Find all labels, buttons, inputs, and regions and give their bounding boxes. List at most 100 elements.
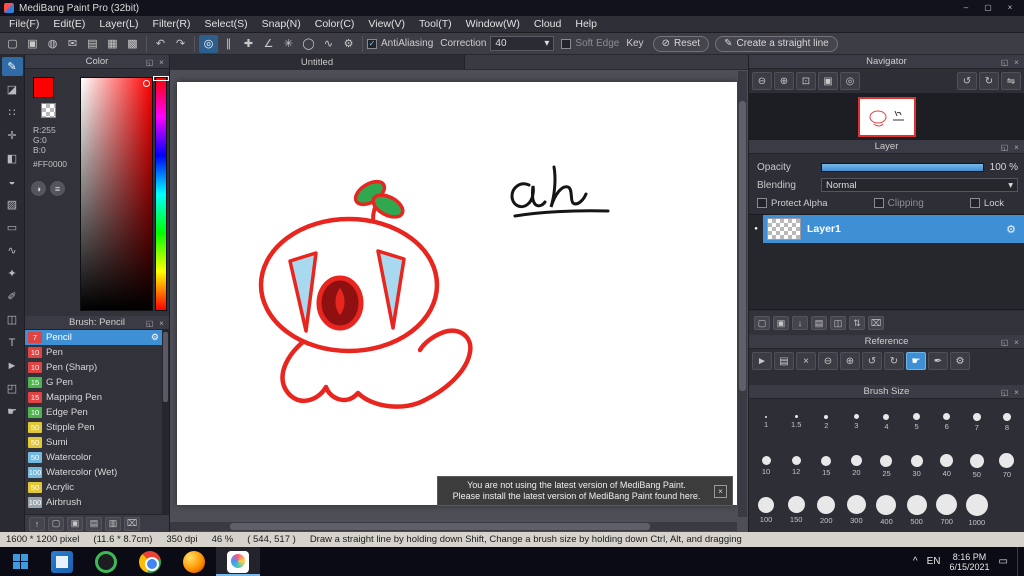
brush-size-option[interactable]: 1.5 [781, 400, 811, 444]
duplicate-layer-icon[interactable]: ▣ [773, 316, 789, 330]
open-reference-icon[interactable]: ▤ [774, 352, 794, 370]
eraser-tool-icon[interactable]: ◪ [2, 80, 23, 99]
delete-brush-icon[interactable]: ⌧ [124, 516, 140, 531]
notification-line2[interactable]: Please install the latest version of Med… [443, 491, 710, 502]
comment-icon[interactable]: ✉ [63, 35, 82, 53]
brush-size-option[interactable]: 20 [841, 444, 871, 488]
minimize-button[interactable]: – [956, 2, 976, 14]
fit-window-icon[interactable]: ⊡ [796, 72, 816, 90]
brush-item[interactable]: 50 Watercolor ⚙ [25, 450, 162, 465]
document-tab[interactable]: Untitled [170, 55, 465, 70]
panel-layout-icon[interactable]: ▩ [123, 35, 142, 53]
brush-item[interactable]: 100 Airbrush ⚙ [25, 495, 162, 510]
menu-item[interactable]: View(V) [361, 16, 412, 32]
ref-zoom-out-icon[interactable]: ⊖ [818, 352, 838, 370]
soft-edge-checkbox[interactable] [561, 38, 572, 49]
brush-item[interactable]: 7 Pencil ⚙ [25, 330, 162, 345]
canvas-vertical-scrollbar[interactable] [738, 71, 747, 517]
reorder-layer-icon[interactable]: ⇅ [849, 316, 865, 330]
text-tool-icon[interactable]: T [2, 333, 23, 352]
dot-tool-icon[interactable]: ∷ [2, 103, 23, 122]
reset-button[interactable]: ⊘ Reset [652, 35, 710, 52]
lasso-tool-icon[interactable]: ∿ [2, 241, 23, 260]
close-icon[interactable]: × [1011, 58, 1022, 67]
hand-tool-icon[interactable]: ☛ [2, 402, 23, 421]
brush-size-option[interactable]: 6 [932, 400, 962, 444]
page-list-icon[interactable]: ▤ [83, 35, 102, 53]
select-eraser-tool-icon[interactable]: ◫ [2, 310, 23, 329]
background-color-swatch[interactable] [41, 103, 56, 118]
add-folder-icon[interactable]: ▤ [811, 316, 827, 330]
canvas[interactable] [177, 82, 737, 505]
popout-icon[interactable]: ◱ [999, 388, 1010, 397]
brush-size-option[interactable]: 2 [811, 400, 841, 444]
color-sliders-icon[interactable]: ≡ [50, 181, 65, 196]
snap-settings-icon[interactable]: ⚙ [339, 35, 358, 53]
close-icon[interactable]: × [1011, 338, 1022, 347]
chrome-app-icon[interactable] [128, 547, 172, 576]
close-icon[interactable]: × [1011, 388, 1022, 397]
bucket-tool-icon[interactable]: ◒ [2, 172, 23, 191]
save-icon[interactable]: ▣ [23, 35, 42, 53]
brush-size-option[interactable]: 40 [932, 444, 962, 488]
brush-tool-icon[interactable]: ✎ [1, 57, 23, 76]
saturation-value-picker[interactable] [80, 77, 153, 311]
menu-item[interactable]: File(F) [2, 16, 46, 32]
ref-zoom-in-icon[interactable]: ⊕ [840, 352, 860, 370]
popout-icon[interactable]: ◱ [999, 143, 1010, 152]
notification-close-button[interactable]: × [714, 484, 727, 498]
snap-radial-icon[interactable]: ✳ [279, 35, 298, 53]
close-icon[interactable]: × [156, 58, 167, 67]
add-layer-icon[interactable]: ▢ [754, 316, 770, 330]
brush-item[interactable]: 100 Watercolor (Wet) ⚙ [25, 465, 162, 480]
operation-tool-icon[interactable]: ► [2, 356, 23, 375]
opacity-slider[interactable] [821, 162, 984, 172]
brush-item[interactable]: 10 Pen (Sharp) ⚙ [25, 360, 162, 375]
snap-cross-icon[interactable]: ✚ [239, 35, 258, 53]
popout-icon[interactable]: ◱ [999, 58, 1010, 67]
lock-checkbox[interactable] [969, 198, 980, 208]
brush-item[interactable]: 50 Acrylic ⚙ [25, 480, 162, 495]
brush-size-option[interactable]: 15 [811, 444, 841, 488]
redo-icon[interactable]: ↷ [171, 35, 190, 53]
close-icon[interactable]: × [1011, 143, 1022, 152]
brush-size-option[interactable]: 5 [902, 400, 932, 444]
brush-size-option[interactable]: 8 [992, 400, 1022, 444]
publish-icon[interactable]: ◍ [43, 35, 62, 53]
brush-menu-icon[interactable]: ▥ [105, 516, 121, 531]
ref-hand-icon[interactable]: ☛ [906, 352, 926, 370]
rotate-left-icon[interactable]: ↺ [957, 72, 977, 90]
select-tool-icon[interactable]: ▭ [2, 218, 23, 237]
select-pen-tool-icon[interactable]: ✐ [2, 287, 23, 306]
correction-select[interactable]: 40 ▾ [490, 36, 555, 51]
brush-size-option[interactable]: 100 [751, 488, 781, 532]
firefox-app-icon[interactable] [172, 547, 216, 576]
brush-size-option[interactable]: 10 [751, 444, 781, 488]
layer-visibility-toggle[interactable]: ● [749, 215, 763, 243]
gradient-tool-icon[interactable]: ▨ [2, 195, 23, 214]
menu-item[interactable]: Help [568, 16, 604, 32]
brush-size-option[interactable]: 70 [992, 444, 1022, 488]
brush-size-option[interactable]: 4 [871, 400, 901, 444]
maximize-button[interactable]: ▢ [978, 2, 998, 14]
brush-size-option[interactable]: 300 [841, 488, 871, 532]
brush-size-option[interactable]: 1000 [962, 488, 992, 532]
brush-list-scrollbar[interactable] [162, 330, 169, 514]
snap-curve-icon[interactable]: ∿ [319, 35, 338, 53]
scrollbar-thumb[interactable] [163, 332, 168, 402]
snap-vanishing-icon[interactable]: ∠ [259, 35, 278, 53]
hue-cursor[interactable] [153, 76, 169, 81]
popout-icon[interactable]: ◱ [144, 319, 155, 328]
photos-app-icon[interactable] [40, 547, 84, 576]
menu-item[interactable]: Layer(L) [92, 16, 145, 32]
new-canvas-icon[interactable]: ▢ [3, 35, 22, 53]
actual-pixels-icon[interactable]: ▣ [818, 72, 838, 90]
divide-tool-icon[interactable]: ◰ [2, 379, 23, 398]
brush-size-option[interactable]: 700 [932, 488, 962, 532]
delete-layer-icon[interactable]: ⌧ [868, 316, 884, 330]
brush-item[interactable]: 15 G Pen ⚙ [25, 375, 162, 390]
merge-down-icon[interactable]: ↓ [792, 316, 808, 330]
menu-item[interactable]: Tool(T) [412, 16, 459, 32]
menu-item[interactable]: Cloud [527, 16, 568, 32]
navigator-thumbnail[interactable] [857, 96, 916, 137]
